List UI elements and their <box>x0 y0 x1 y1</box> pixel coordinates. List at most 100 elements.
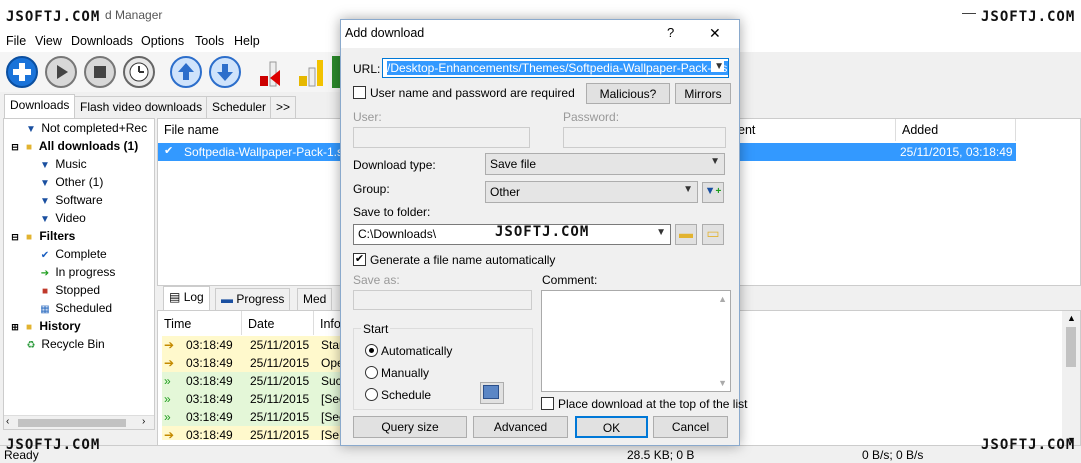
mirrors-button[interactable]: Mirrors <box>675 83 731 104</box>
progress-icon: ▬ <box>221 292 233 306</box>
priority-high-icon[interactable] <box>256 56 288 88</box>
tree-item-in-progress[interactable]: ➔ In progress <box>38 265 116 279</box>
malicious-button[interactable]: Malicious? <box>586 83 670 104</box>
folder-icon: ■ <box>25 322 33 333</box>
collapse-icon[interactable]: ⊟ <box>8 232 22 243</box>
download-type-select[interactable]: Save file ▼ <box>485 153 725 175</box>
add-download-icon[interactable] <box>6 56 38 88</box>
collapse-icon[interactable]: ⊟ <box>8 142 22 153</box>
group-select[interactable]: Other ▼ <box>485 181 698 203</box>
arrow-icon: ➔ <box>164 356 175 370</box>
ok-button[interactable]: OK <box>575 416 648 438</box>
menu-tools[interactable]: Tools <box>195 34 224 48</box>
table-row[interactable]: ➔ 03:18:49 25/11/2015 [Se <box>162 426 346 440</box>
scroll-up-icon[interactable]: ▲ <box>718 294 727 304</box>
schedule-settings-button[interactable] <box>480 382 504 404</box>
priority-low-icon[interactable] <box>295 56 327 88</box>
chevron-down-icon[interactable]: ▼ <box>656 227 666 238</box>
status-size: 28.5 KB; 0 B <box>627 448 695 462</box>
comment-label: Comment: <box>542 273 598 287</box>
tab-scheduler[interactable]: Scheduler <box>206 96 273 118</box>
close-icon[interactable]: ✕ <box>709 25 721 42</box>
tab-more[interactable]: >> <box>270 96 297 118</box>
tree-item-other[interactable]: ▼ Other (1) <box>38 175 103 189</box>
start-schedule-label: Schedule <box>381 388 432 402</box>
save-as-input[interactable] <box>353 290 532 310</box>
added-cell: 25/11/2015, 03:18:49 <box>900 145 1013 159</box>
table-row[interactable]: » 03:18:49 25/11/2015 [Sec <box>162 390 346 408</box>
tree-item-all-downloads[interactable]: ⊟ ■ All downloads (1) <box>8 139 138 153</box>
log-tabs: ▤ Log ▬ Progress Med <box>157 286 347 310</box>
scroll-left-icon[interactable]: ‹ <box>6 416 9 427</box>
start-icon[interactable] <box>45 56 77 88</box>
move-down-icon[interactable] <box>209 56 241 88</box>
tree-item-recycle-bin[interactable]: ♻ Recycle Bin <box>24 337 105 351</box>
user-label: User: <box>353 110 382 124</box>
scrollbar-thumb[interactable] <box>18 419 126 427</box>
table-row[interactable]: » 03:18:49 25/11/2015 [Sec <box>162 408 346 426</box>
tab-downloads[interactable]: Downloads <box>4 94 76 118</box>
add-group-button[interactable]: ▼+ <box>702 182 724 203</box>
tab-flash-video[interactable]: Flash video downloads <box>74 96 209 118</box>
move-up-icon[interactable] <box>170 56 202 88</box>
start-schedule-radio[interactable] <box>365 388 378 401</box>
tab-log[interactable]: ▤ Log <box>163 286 210 310</box>
url-input[interactable]: /Desktop-Enhancements/Themes/Softpedia-W… <box>382 58 729 78</box>
comment-textarea[interactable]: ▲ ▼ <box>541 290 731 392</box>
menu-file[interactable]: File <box>6 34 26 48</box>
tree-item-complete[interactable]: ✔ Complete <box>38 247 107 261</box>
stop-icon[interactable] <box>84 56 116 88</box>
password-input[interactable] <box>563 127 726 148</box>
stop-square-icon: ■ <box>41 286 49 297</box>
scroll-down-icon[interactable]: ▼ <box>718 378 727 388</box>
menu-help[interactable]: Help <box>234 34 260 48</box>
start-auto-radio[interactable] <box>365 344 378 357</box>
column-added[interactable]: Added <box>896 119 1016 141</box>
column-time[interactable]: Time <box>158 311 242 335</box>
download-arrow-icon: ▼ <box>40 196 50 207</box>
scrollbar-thumb[interactable] <box>1066 327 1076 367</box>
tree-horizontal-scrollbar[interactable]: ‹ › <box>4 415 154 429</box>
auth-required-checkbox[interactable] <box>353 86 366 99</box>
top-of-list-checkbox[interactable] <box>541 397 554 410</box>
browse-folder-button[interactable]: ▬ <box>675 224 697 245</box>
start-manual-radio[interactable] <box>365 366 378 379</box>
tree-item-stopped[interactable]: ■ Stopped <box>38 283 100 297</box>
start-auto-label: Automatically <box>381 344 453 358</box>
menu-options[interactable]: Options <box>141 34 184 48</box>
scroll-up-icon[interactable]: ▲ <box>1067 313 1076 323</box>
tab-progress[interactable]: ▬ Progress <box>215 288 291 310</box>
table-row[interactable]: ➔ 03:18:49 25/11/2015 Ope <box>162 354 346 372</box>
tree-item-filters[interactable]: ⊟ ■ Filters <box>8 229 75 243</box>
tree-item-history[interactable]: ⊞ ■ History <box>8 319 80 333</box>
user-input[interactable] <box>353 127 530 148</box>
cancel-button[interactable]: Cancel <box>653 416 728 438</box>
query-size-button[interactable]: Query size <box>353 416 467 438</box>
help-icon[interactable]: ? <box>667 25 674 40</box>
category-tree: ▼ Not completed+Rec ⊟ ■ All downloads (1)… <box>3 118 155 430</box>
tree-item-scheduled[interactable]: ▦ Scheduled <box>38 301 112 315</box>
scroll-right-icon[interactable]: › <box>142 416 145 427</box>
menu-view[interactable]: View <box>35 34 62 48</box>
tree-item-music[interactable]: ▼ Music <box>38 157 87 171</box>
expand-icon[interactable]: ⊞ <box>8 322 22 333</box>
chevron-down-icon[interactable]: ▼ <box>711 61 724 72</box>
tree-item-software[interactable]: ▼ Software <box>38 193 103 207</box>
minimize-button[interactable]: — <box>962 4 976 20</box>
open-folder-button[interactable]: ▭ <box>702 224 724 245</box>
window-title: d Manager <box>105 8 163 22</box>
folder-icon: ■ <box>25 142 33 153</box>
table-row[interactable]: ➔ 03:18:49 25/11/2015 Star <box>162 336 346 354</box>
menu-downloads[interactable]: Downloads <box>71 34 133 48</box>
tab-media[interactable]: Med <box>297 288 333 310</box>
tree-item-not-completed[interactable]: ▼ Not completed+Rec <box>24 121 147 135</box>
calendar-icon <box>483 385 499 399</box>
log-vertical-scrollbar[interactable]: ▲ ▼ <box>1062 311 1080 449</box>
auto-filename-checkbox[interactable]: ✔ <box>353 253 366 266</box>
column-date[interactable]: Date <box>242 311 314 335</box>
scheduler-clock-icon[interactable] <box>123 56 155 88</box>
tree-item-video[interactable]: ▼ Video <box>38 211 86 225</box>
advanced-button[interactable]: Advanced <box>473 416 568 438</box>
column-percent[interactable]: ent <box>738 119 896 141</box>
table-row[interactable]: » 03:18:49 25/11/2015 Suc <box>162 372 346 390</box>
